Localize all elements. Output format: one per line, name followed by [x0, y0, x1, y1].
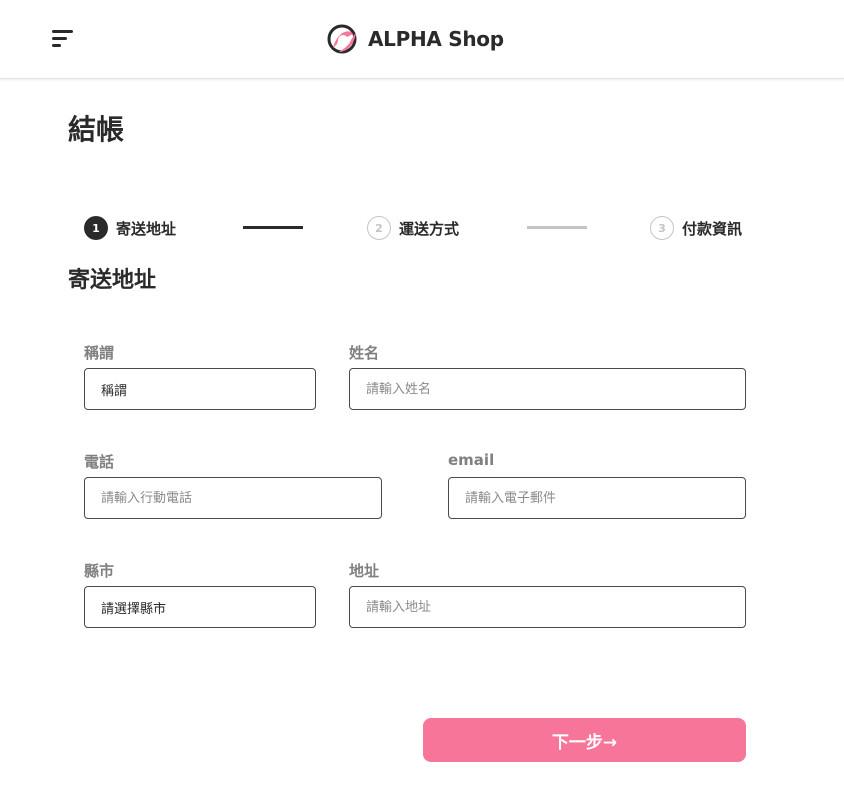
step-shipping-method: 2 運送方式	[367, 216, 459, 240]
hamburger-menu-icon-line	[52, 37, 67, 40]
step-label: 寄送地址	[116, 219, 177, 238]
hamburger-menu-icon-line	[52, 44, 61, 47]
step-number-badge: 3	[650, 216, 674, 240]
city-field: 縣市 請選擇縣市	[84, 560, 316, 628]
checkout-stepper: 1 寄送地址 2 運送方式 3 付款資訊	[0, 210, 844, 246]
next-step-button[interactable]: 下一步→	[423, 718, 746, 762]
step-number-badge: 2	[367, 216, 391, 240]
menu-toggle-button[interactable]	[50, 28, 76, 50]
email-label: email	[448, 451, 495, 469]
phone-field: 電話	[84, 451, 382, 519]
name-field: 姓名	[349, 342, 746, 410]
step-label: 付款資訊	[682, 219, 743, 238]
phone-label: 電話	[84, 453, 115, 471]
step-payment-info: 3 付款資訊	[650, 216, 742, 240]
top-navbar: ALPHA Shop	[0, 0, 844, 79]
step-label: 運送方式	[399, 219, 460, 238]
city-label: 縣市	[84, 562, 115, 580]
salutation-select-value: 稱謂	[101, 383, 128, 399]
name-label: 姓名	[349, 344, 380, 362]
salutation-field: 稱謂 稱謂	[84, 342, 316, 410]
step-connector	[527, 226, 587, 229]
phone-input[interactable]	[101, 490, 365, 506]
address-input[interactable]	[366, 599, 729, 615]
address-input-box	[349, 586, 746, 628]
page-title: 結帳	[68, 113, 125, 146]
alpha-logo-icon	[327, 24, 357, 54]
brand-logo-link[interactable]: ALPHA Shop	[325, 22, 504, 56]
name-input-box	[349, 368, 746, 410]
hamburger-menu-icon	[52, 30, 73, 33]
section-title: 寄送地址	[68, 268, 157, 293]
step-connector	[243, 226, 303, 229]
email-field: email	[448, 451, 746, 519]
phone-input-box	[84, 477, 382, 519]
email-input-box	[448, 477, 746, 519]
salutation-select[interactable]: 稱謂	[84, 368, 316, 410]
address-field: 地址	[349, 560, 746, 628]
salutation-label: 稱謂	[84, 344, 115, 362]
email-input[interactable]	[465, 490, 729, 506]
address-label: 地址	[349, 562, 380, 580]
brand-name: ALPHA Shop	[368, 27, 504, 51]
city-select[interactable]: 請選擇縣市	[84, 586, 316, 628]
step-shipping-address: 1 寄送地址	[84, 216, 176, 240]
name-input[interactable]	[366, 381, 729, 397]
step-number-badge: 1	[84, 216, 108, 240]
city-select-value: 請選擇縣市	[101, 601, 167, 617]
